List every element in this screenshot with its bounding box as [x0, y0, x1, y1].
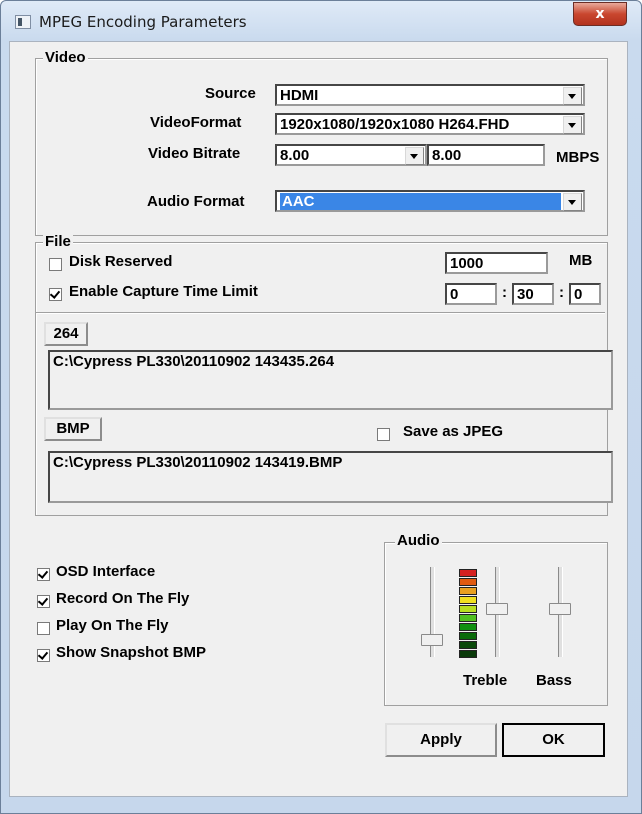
bitrate-unit-label: MBPS [556, 149, 600, 166]
disk-reserved-value: 1000 [450, 255, 484, 272]
video-bitrate-combo[interactable]: 8.00 [275, 144, 427, 166]
bass-label: Bass [536, 672, 572, 689]
volume-slider-thumb[interactable] [421, 634, 443, 646]
level-meter-segment [459, 623, 477, 631]
bass-slider-thumb[interactable] [549, 603, 571, 615]
time-separator-2: : [559, 284, 564, 301]
video-bitrate-value: 8.00 [280, 147, 310, 164]
level-meter-segment [459, 605, 477, 613]
level-meter-segment [459, 650, 477, 658]
time-hours-value: 0 [450, 286, 459, 303]
level-meter-segment [459, 578, 477, 586]
videoformat-dropdown-arrow-icon[interactable] [563, 116, 582, 134]
disk-reserved-unit: MB [569, 252, 593, 269]
disk-reserved-label: Disk Reserved [69, 253, 173, 270]
ok-button[interactable]: OK [502, 723, 605, 757]
video-bitrate-dropdown-arrow-icon[interactable] [405, 147, 424, 165]
level-meter-segment [459, 587, 477, 595]
record-on-the-fly-checkbox[interactable] [37, 595, 50, 608]
path-264-text: C:\Cypress PL330\20110902 143435.264 [53, 353, 335, 370]
audio-format-value: AAC [280, 193, 561, 210]
source-combo[interactable]: HDMI [275, 84, 585, 106]
file-separator [36, 312, 605, 314]
source-value: HDMI [280, 87, 319, 104]
play-on-the-fly-checkbox[interactable] [37, 622, 50, 635]
level-meter-segment [459, 614, 477, 622]
path-264-box[interactable]: C:\Cypress PL330\20110902 143435.264 [48, 350, 613, 410]
show-snapshot-bmp-label: Show Snapshot BMP [56, 644, 206, 661]
capture-time-limit-checkbox[interactable] [49, 288, 62, 301]
save-as-jpeg-checkbox[interactable] [377, 428, 390, 441]
time-seconds-field[interactable]: 0 [569, 283, 601, 305]
audio-format-combo[interactable]: AAC [275, 190, 585, 212]
video-group-label: Video [43, 49, 88, 66]
osd-interface-label: OSD Interface [56, 563, 156, 580]
path-bmp-box[interactable]: C:\Cypress PL330\20110902 143419.BMP [48, 451, 613, 503]
disk-reserved-field[interactable]: 1000 [445, 252, 548, 274]
treble-slider-thumb[interactable] [486, 603, 508, 615]
audio-format-label: Audio Format [147, 193, 245, 210]
time-seconds-value: 0 [574, 286, 583, 303]
source-dropdown-arrow-icon[interactable] [563, 87, 582, 105]
level-meter-segment [459, 641, 477, 649]
save-as-jpeg-label: Save as JPEG [403, 423, 504, 440]
level-meter-segment [459, 632, 477, 640]
time-separator-1: : [502, 284, 507, 301]
level-meter-segment [459, 569, 477, 577]
dialog-client-area: Video Source HDMI VideoFormat 1920x1080/… [9, 41, 628, 797]
level-meter [459, 569, 477, 659]
show-snapshot-bmp-checkbox[interactable] [37, 649, 50, 662]
audio-group-label: Audio [395, 532, 442, 549]
time-minutes-value: 30 [517, 286, 534, 303]
video-bitrate-label: Video Bitrate [148, 145, 241, 162]
treble-label: Treble [463, 672, 508, 689]
dialog-window: MPEG Encoding Parameters x Video Source … [0, 0, 642, 814]
videoformat-label: VideoFormat [150, 114, 242, 131]
videoformat-value: 1920x1080/1920x1080 H264.FHD [280, 116, 510, 133]
close-button[interactable]: x [573, 2, 627, 26]
time-minutes-field[interactable]: 30 [512, 283, 554, 305]
videoformat-combo[interactable]: 1920x1080/1920x1080 H264.FHD [275, 113, 585, 135]
select-264-button[interactable]: 264 [44, 322, 88, 346]
app-icon [15, 15, 31, 29]
window-title: MPEG Encoding Parameters [39, 13, 247, 31]
audio-format-dropdown-arrow-icon[interactable] [563, 193, 582, 211]
time-hours-field[interactable]: 0 [445, 283, 497, 305]
capture-time-limit-label: Enable Capture Time Limit [69, 283, 258, 300]
video-bitrate-field-value: 8.00 [432, 147, 462, 164]
level-meter-segment [459, 596, 477, 604]
play-on-the-fly-label: Play On The Fly [56, 617, 169, 634]
path-bmp-text: C:\Cypress PL330\20110902 143419.BMP [53, 454, 343, 471]
title-bar[interactable]: MPEG Encoding Parameters x [1, 1, 641, 43]
select-bmp-button[interactable]: BMP [44, 417, 102, 441]
source-label: Source [205, 85, 256, 102]
disk-reserved-checkbox[interactable] [49, 258, 62, 271]
record-on-the-fly-label: Record On The Fly [56, 590, 190, 607]
video-bitrate-field[interactable]: 8.00 [427, 144, 545, 166]
apply-button[interactable]: Apply [385, 723, 497, 757]
file-group-label: File [43, 233, 73, 250]
osd-interface-checkbox[interactable] [37, 568, 50, 581]
